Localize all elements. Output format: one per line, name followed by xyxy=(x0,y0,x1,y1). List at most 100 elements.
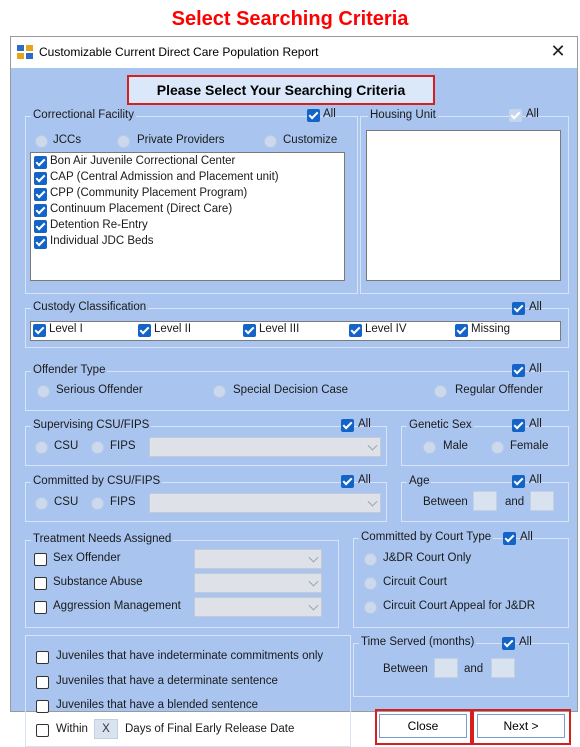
facility-item-label: CAP (Central Admission and Placement uni… xyxy=(50,171,279,183)
within-days-input[interactable]: X xyxy=(94,719,118,739)
substance-abuse-checkbox[interactable] xyxy=(34,577,47,590)
court-all-checkbox[interactable] xyxy=(503,532,516,545)
housing-all-checkbox[interactable] xyxy=(509,109,522,122)
customize-label: Customize xyxy=(283,134,338,146)
aggression-management-label: Aggression Management xyxy=(53,600,181,612)
circuit-appeal-radio[interactable] xyxy=(364,601,377,614)
page-heading: Select Searching Criteria xyxy=(171,8,409,30)
indeterminate-label: Juveniles that have indeterminate commit… xyxy=(56,650,324,662)
jccs-radio[interactable] xyxy=(35,135,48,148)
time-served-all-checkbox[interactable] xyxy=(502,637,515,650)
chevron-down-icon xyxy=(308,600,319,611)
offender-all-checkbox[interactable] xyxy=(512,364,525,377)
level-checkbox[interactable] xyxy=(243,324,256,337)
private-providers-radio[interactable] xyxy=(117,135,130,148)
supervising-fips-dropdown[interactable] xyxy=(149,437,381,457)
supervising-csu-radio[interactable] xyxy=(35,441,48,454)
sex-all-label: All xyxy=(529,418,542,430)
sex-all-checkbox[interactable] xyxy=(512,419,525,432)
level-label: Level IV xyxy=(365,323,407,335)
offender-type-legend: Offender Type xyxy=(31,364,108,376)
committed-all-label: All xyxy=(358,474,371,486)
custody-all-label: All xyxy=(529,301,542,313)
supervising-all-checkbox[interactable] xyxy=(341,419,354,432)
age-min-input[interactable] xyxy=(473,491,497,511)
level-checkbox[interactable] xyxy=(33,324,46,337)
time-and-label: and xyxy=(464,663,484,675)
report-dialog: Customizable Current Direct Care Populat… xyxy=(10,36,578,747)
chevron-down-icon xyxy=(308,552,319,563)
special-decision-radio[interactable] xyxy=(213,385,226,398)
committed-csu-legend: Committed by CSU/FIPS xyxy=(31,475,163,487)
facility-item-checkbox[interactable] xyxy=(34,236,47,249)
committed-fips-radio[interactable] xyxy=(91,497,104,510)
blended-checkbox[interactable] xyxy=(36,700,49,713)
within-label: Within xyxy=(56,723,88,735)
genetic-sex-legend: Genetic Sex xyxy=(407,419,474,431)
court-type-legend: Committed by Court Type xyxy=(359,531,494,543)
determinate-label: Juveniles that have a determinate senten… xyxy=(56,675,278,687)
committed-fips-dropdown[interactable] xyxy=(149,493,381,513)
substance-abuse-label: Substance Abuse xyxy=(53,576,143,588)
indeterminate-checkbox[interactable] xyxy=(36,651,49,664)
facility-all-checkbox[interactable] xyxy=(307,109,320,122)
chevron-down-icon xyxy=(367,496,378,507)
committed-csu-radio[interactable] xyxy=(35,497,48,510)
male-radio[interactable] xyxy=(423,441,436,454)
supervising-csu-label: CSU xyxy=(54,440,79,452)
age-all-checkbox[interactable] xyxy=(512,475,525,488)
level-label: Level III xyxy=(259,323,300,335)
jdr-court-label: J&DR Court Only xyxy=(383,552,472,564)
facility-item-label: Bon Air Juvenile Correctional Center xyxy=(50,155,236,167)
time-served-legend: Time Served (months) xyxy=(359,636,477,648)
time-served-all-label: All xyxy=(519,636,532,648)
committed-all-checkbox[interactable] xyxy=(341,475,354,488)
sex-offender-dropdown[interactable] xyxy=(194,549,322,569)
customize-radio[interactable] xyxy=(264,135,277,148)
within-days-checkbox[interactable] xyxy=(36,724,49,737)
facility-item-checkbox[interactable] xyxy=(34,172,47,185)
level-checkbox[interactable] xyxy=(349,324,362,337)
offender-all-label: All xyxy=(529,363,542,375)
housing-unit-legend: Housing Unit xyxy=(368,109,438,121)
aggression-management-checkbox[interactable] xyxy=(34,601,47,614)
regular-offender-radio[interactable] xyxy=(434,385,447,398)
window-title: Customizable Current Direct Care Populat… xyxy=(39,45,319,59)
custody-all-checkbox[interactable] xyxy=(512,302,525,315)
next-button[interactable]: Next > xyxy=(477,714,565,738)
level-checkbox[interactable] xyxy=(455,324,468,337)
facility-item-checkbox[interactable] xyxy=(34,220,47,233)
age-max-input[interactable] xyxy=(530,491,554,511)
determinate-checkbox[interactable] xyxy=(36,676,49,689)
housing-all-label: All xyxy=(526,108,539,120)
jdr-court-radio[interactable] xyxy=(364,553,377,566)
age-all-label: All xyxy=(529,474,542,486)
level-checkbox[interactable] xyxy=(138,324,151,337)
aggression-management-dropdown[interactable] xyxy=(194,597,322,617)
close-window-icon[interactable]: ✕ xyxy=(547,40,569,64)
days-label: Days of Final Early Release Date xyxy=(125,723,295,735)
facility-item-checkbox[interactable] xyxy=(34,204,47,217)
time-max-input[interactable] xyxy=(491,658,515,678)
blended-label: Juveniles that have a blended sentence xyxy=(56,699,259,711)
sex-offender-checkbox[interactable] xyxy=(34,553,47,566)
supervising-csu-legend: Supervising CSU/FIPS xyxy=(31,419,152,431)
supervising-fips-radio[interactable] xyxy=(91,441,104,454)
serious-offender-radio[interactable] xyxy=(37,385,50,398)
facility-item-checkbox[interactable] xyxy=(34,156,47,169)
level-label: Level II xyxy=(154,323,192,335)
female-radio[interactable] xyxy=(491,441,504,454)
title-bar: Customizable Current Direct Care Populat… xyxy=(11,37,577,68)
treatment-needs-legend: Treatment Needs Assigned xyxy=(31,533,174,545)
time-min-input[interactable] xyxy=(434,658,458,678)
criteria-subtitle: Please Select Your Searching Criteria xyxy=(127,75,435,105)
supervising-all-label: All xyxy=(358,418,371,430)
app-icon xyxy=(17,45,33,59)
close-button[interactable]: Close xyxy=(379,714,467,738)
age-legend: Age xyxy=(407,475,432,487)
housing-unit-listbox[interactable] xyxy=(366,130,561,281)
facility-item-label: Detention Re-Entry xyxy=(50,219,148,231)
facility-item-checkbox[interactable] xyxy=(34,188,47,201)
circuit-court-radio[interactable] xyxy=(364,577,377,590)
substance-abuse-dropdown[interactable] xyxy=(194,573,322,593)
